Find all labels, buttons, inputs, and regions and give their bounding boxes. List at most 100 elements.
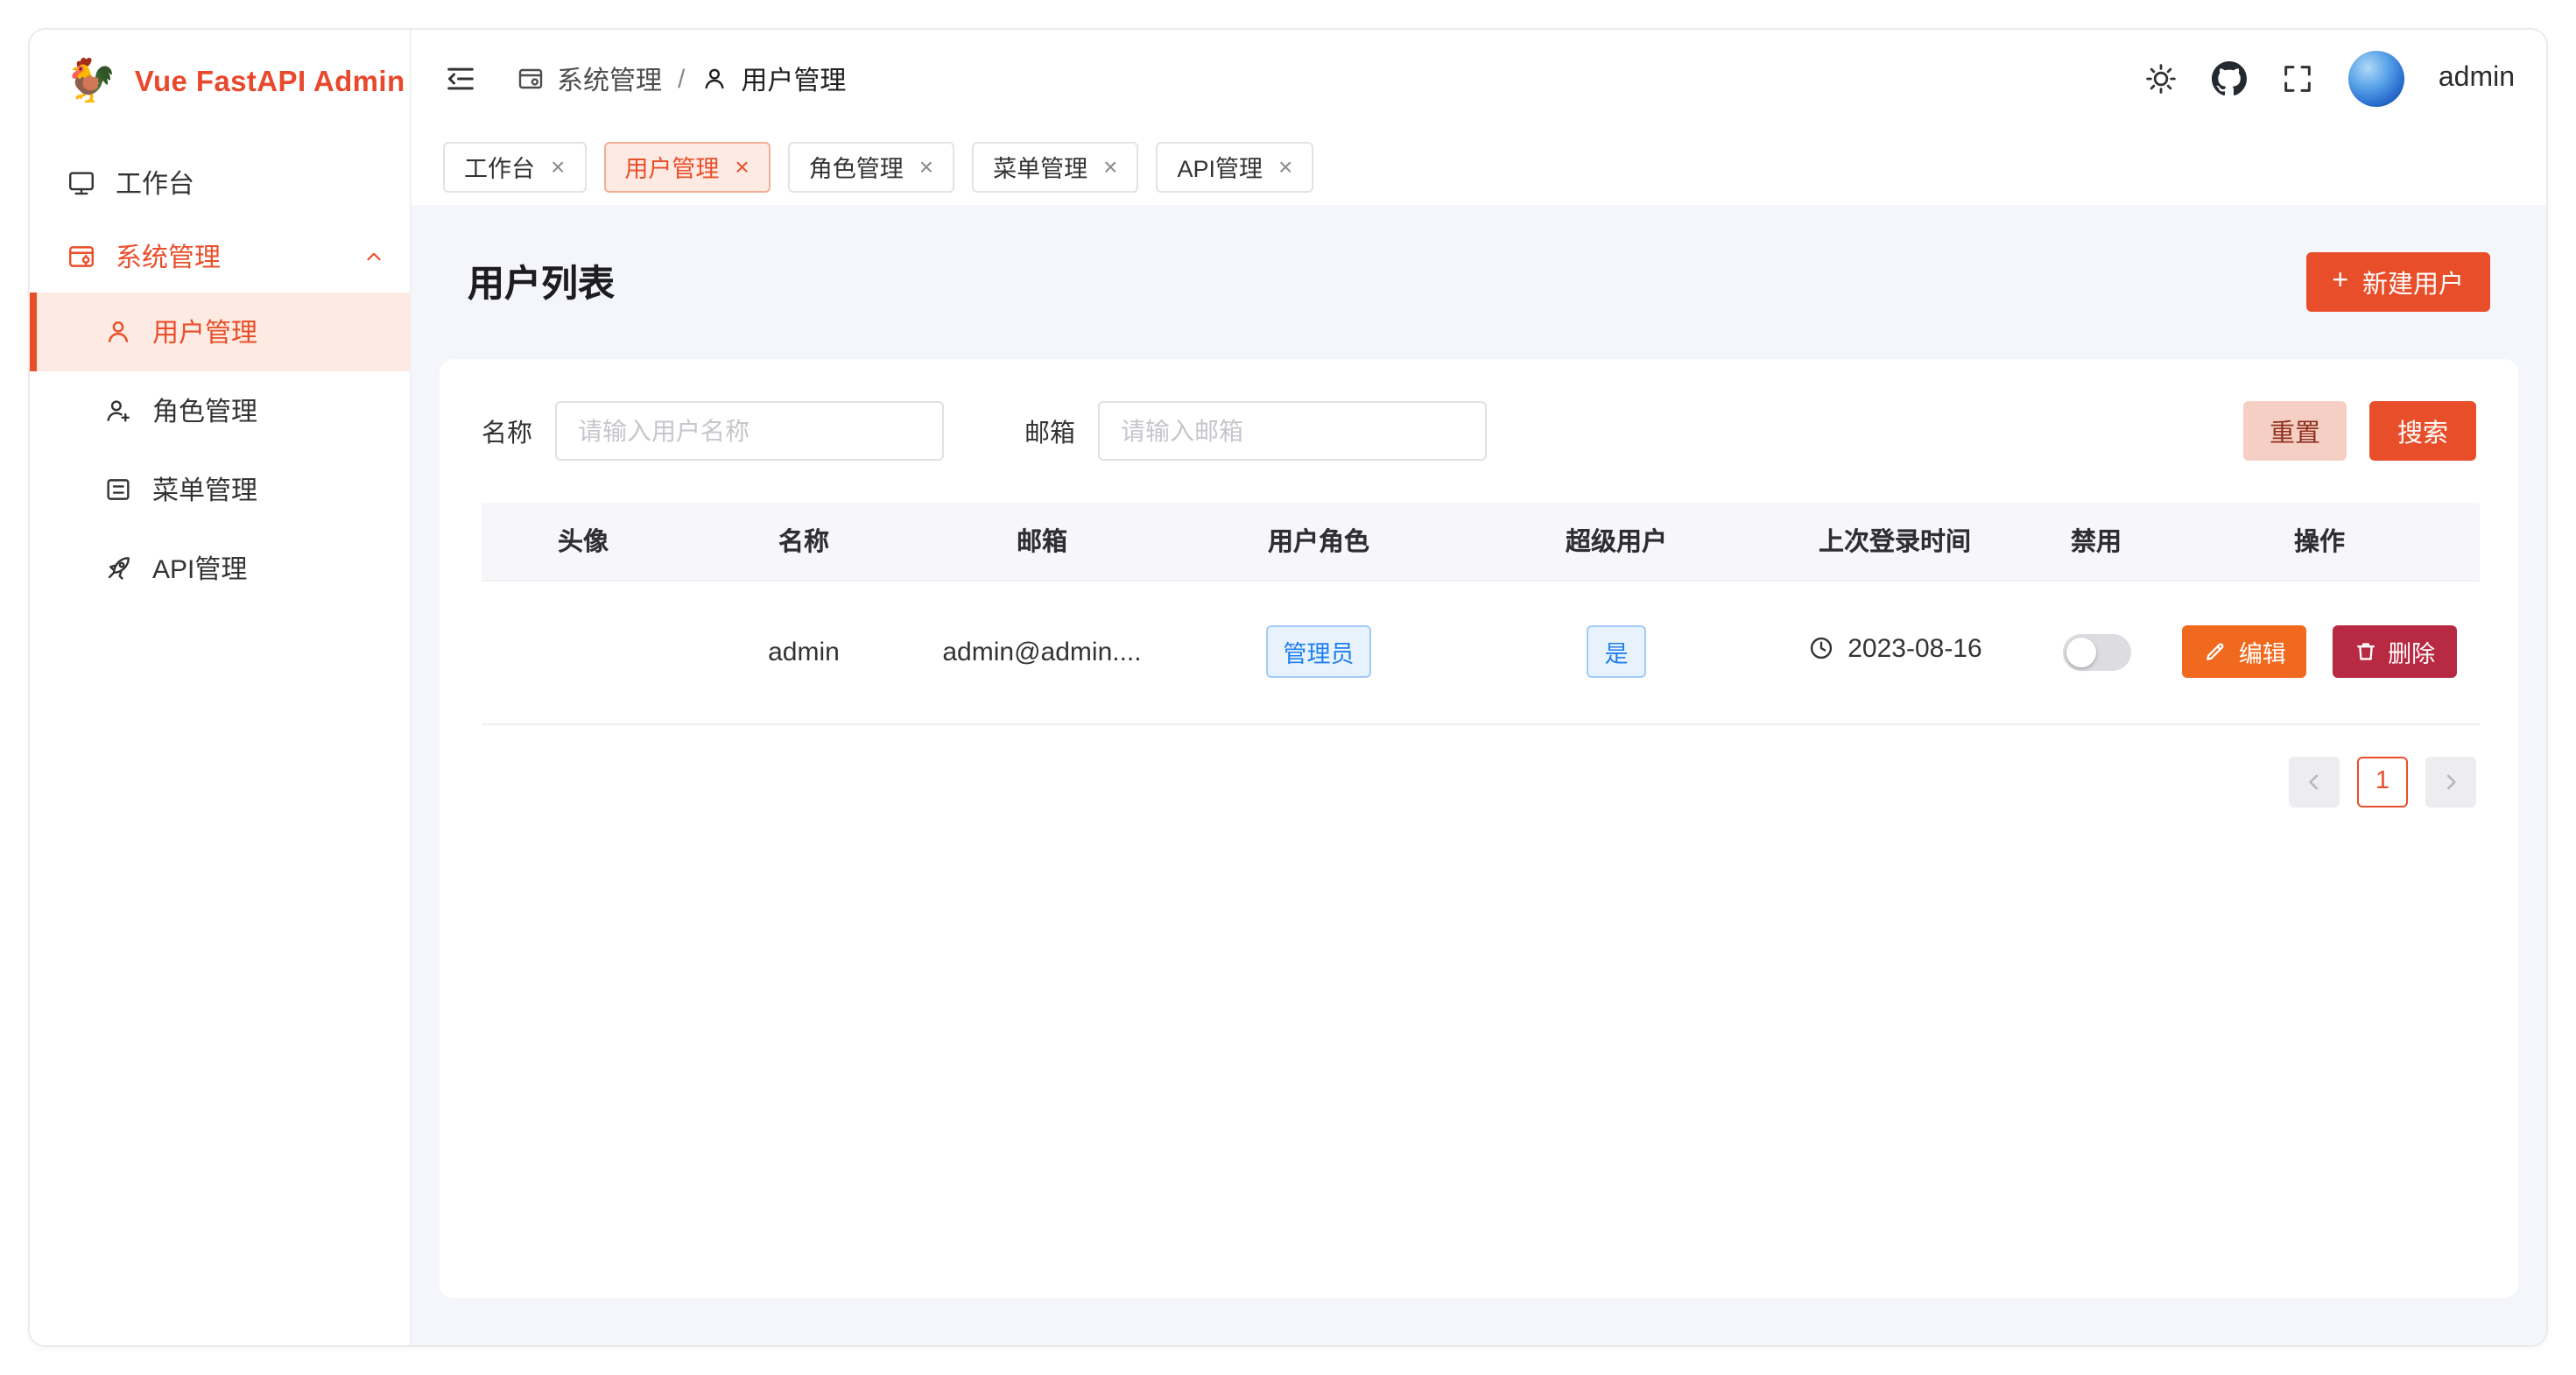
sidebar-item-workbench[interactable]: 工作台 [30,145,410,219]
chevron-left-icon [2303,770,2326,793]
pagination-prev-button[interactable] [2289,756,2340,807]
delete-button-label: 删除 [2388,634,2435,669]
email-filter-label: 邮箱 [1024,412,1075,449]
app-logo[interactable]: 🐓 Vue FastAPI Admin [30,30,410,135]
tab-close-icon[interactable]: × [1103,154,1117,179]
rooster-logo-icon: 🐓 [65,61,117,103]
api-icon [103,554,133,583]
breadcrumb: 系统管理 / 用户管理 [517,60,846,97]
table-row: admin admin@admin.... 管理员 是 [482,580,2480,723]
sidebar-item-label: 用户管理 [152,314,257,350]
sidebar-menu: 工作台 系统管理 [30,135,410,608]
email-cell: admin@admin.... [923,580,1161,723]
actions-cell: 编辑 删除 [2159,580,2480,723]
topbar-actions: admin [2144,51,2515,107]
avatar-cell [482,580,685,723]
disabled-cell [2033,580,2159,723]
sidebar-item-label: 工作台 [116,164,194,201]
last-login-cell: 2023-08-16 [1756,580,2033,723]
sidebar-item-menu-management[interactable]: 菜单管理 [30,450,410,529]
workbench-icon [67,167,96,197]
tab-label: API管理 [1178,149,1263,184]
new-user-button[interactable]: + 新建用户 [2305,252,2490,312]
breadcrumb-separator: / [678,64,685,94]
superuser-tag: 是 [1587,625,1646,678]
tab-menu-management[interactable]: 菜单管理 × [972,141,1138,192]
breadcrumb-item-user[interactable]: 用户管理 [700,60,846,97]
sidebar-item-role-management[interactable]: 角色管理 [30,371,410,450]
delete-button[interactable]: 删除 [2332,625,2456,678]
clock-icon [1807,635,1835,663]
user-icon [103,317,133,347]
column-header-avatar: 头像 [482,503,685,580]
role-tag: 管理员 [1266,625,1372,678]
disabled-toggle[interactable] [2062,633,2130,670]
trash-icon [2353,639,2377,664]
sidebar-item-api-management[interactable]: API管理 [30,529,410,608]
new-user-button-label: 新建用户 [2362,264,2464,300]
edit-button-label: 编辑 [2239,634,2286,669]
pagination-page-1[interactable]: 1 [2357,756,2408,807]
name-filter-input[interactable] [555,401,944,461]
username[interactable]: admin [2439,63,2515,95]
sidebar-item-system-management[interactable]: 系统管理 [30,219,410,293]
menu-icon [103,475,133,504]
github-icon[interactable] [2213,61,2248,96]
tab-close-icon[interactable]: × [735,154,749,179]
sidebar-item-label: 角色管理 [152,392,257,429]
page-content: 用户列表 + 新建用户 名称 邮箱 重置 [412,205,2546,1345]
sidebar-item-label: 系统管理 [116,237,221,274]
tab-role-management[interactable]: 角色管理 × [788,141,954,192]
email-filter-input[interactable] [1098,401,1487,461]
breadcrumb-label: 系统管理 [557,60,662,97]
column-header-name: 名称 [685,503,923,580]
user-avatar[interactable] [2349,51,2405,107]
tab-bar: 工作台 × 用户管理 × 角色管理 × 菜单管理 × API管理 × [412,128,2546,205]
tab-workbench[interactable]: 工作台 × [443,141,586,192]
user-icon [700,65,728,93]
pagination: 1 [482,756,2476,807]
tab-label: 工作台 [464,149,535,184]
column-header-disabled: 禁用 [2033,503,2159,580]
topbar: 系统管理 / 用户管理 [412,30,2546,128]
chevron-up-icon [362,244,385,267]
tab-api-management[interactable]: API管理 × [1157,141,1314,192]
main-area: 系统管理 / 用户管理 [412,30,2546,1345]
pencil-icon [2204,639,2228,664]
breadcrumb-item-system[interactable]: 系统管理 [517,60,662,97]
fullscreen-icon[interactable] [2281,61,2316,96]
column-header-superuser: 超级用户 [1476,503,1756,580]
table-header: 头像 名称 邮箱 用户角色 超级用户 上次登录时间 禁用 操作 [482,503,2480,580]
last-login-text: 2023-08-16 [1848,634,1981,664]
sidebar-item-label: 菜单管理 [152,471,257,508]
tab-close-icon[interactable]: × [919,154,933,179]
sidebar-item-user-management[interactable]: 用户管理 [30,293,410,371]
name-filter-label: 名称 [482,412,532,449]
tab-user-management[interactable]: 用户管理 × [603,141,770,192]
user-list-card: 名称 邮箱 重置 搜索 [440,359,2518,1298]
edit-button[interactable]: 编辑 [2183,625,2307,678]
tab-label: 角色管理 [809,149,904,184]
app-window: 🐓 Vue FastAPI Admin 工作台 [28,28,2548,1347]
reset-button[interactable]: 重置 [2243,401,2347,461]
search-button[interactable]: 搜索 [2369,401,2476,461]
chevron-right-icon [2439,770,2462,793]
role-cell: 管理员 [1161,580,1476,723]
collapse-sidebar-icon[interactable] [443,61,478,96]
column-header-last-login: 上次登录时间 [1756,503,2033,580]
pagination-next-button[interactable] [2425,756,2476,807]
breadcrumb-label: 用户管理 [741,60,846,97]
user-table: 头像 名称 邮箱 用户角色 超级用户 上次登录时间 禁用 操作 [482,503,2480,724]
tab-close-icon[interactable]: × [551,154,565,179]
theme-sun-icon[interactable] [2144,61,2179,96]
screen: 🐓 Vue FastAPI Admin 工作台 [0,0,2576,1375]
system-icon [67,241,96,271]
superuser-cell: 是 [1476,580,1756,723]
app-title: Vue FastAPI Admin [135,66,405,99]
filter-actions: 重置 搜索 [2243,401,2476,461]
filter-bar: 名称 邮箱 重置 搜索 [482,401,2476,461]
page-header: 用户列表 + 新建用户 [440,233,2518,331]
name-cell: admin [685,580,923,723]
tab-close-icon[interactable]: × [1278,154,1292,179]
tab-label: 菜单管理 [993,149,1087,184]
